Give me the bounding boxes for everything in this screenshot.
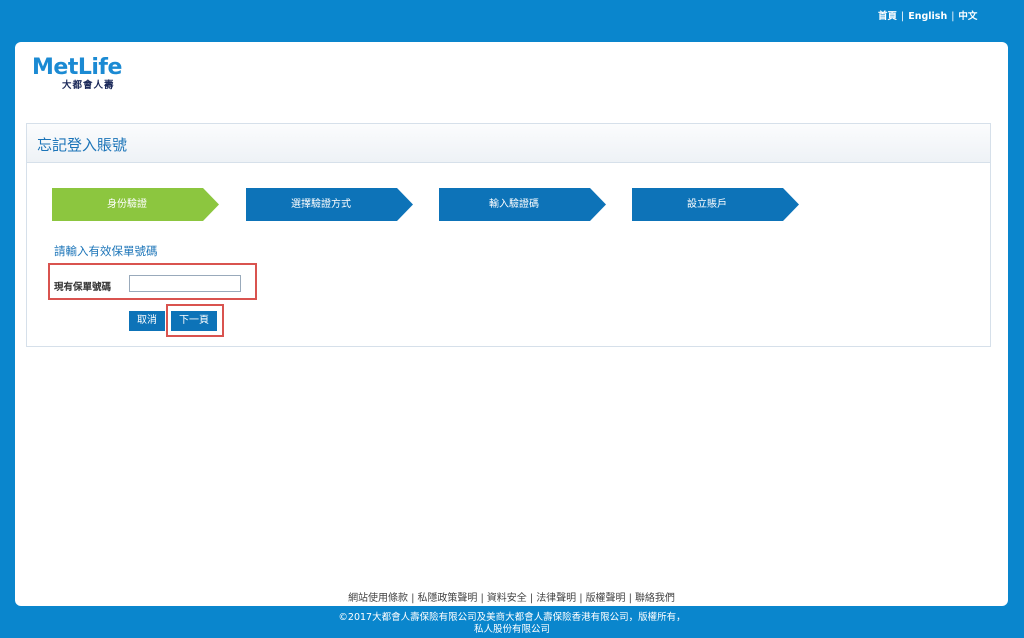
separator: | — [951, 11, 955, 22]
step-label: 設立賬戶 — [687, 199, 727, 210]
metlife-logo[interactable]: MetLife 大都會人壽 — [32, 56, 142, 96]
english-link[interactable]: English — [908, 11, 947, 22]
footer-link-copyright[interactable]: 版權聲明 — [586, 593, 626, 604]
footer-link-privacy[interactable]: 私隱政策聲明 — [417, 593, 477, 604]
footer-link-security[interactable]: 資料安全 — [487, 593, 527, 604]
cancel-button[interactable]: 取消 — [129, 311, 165, 331]
separator: | — [480, 593, 484, 604]
page-title: 忘記登入賬號 — [37, 136, 128, 154]
forgot-login-panel: 忘記登入賬號 身份驗證 選擇驗證方式 輸入驗證碼 設立賬戶 請輸入有效保單號碼 … — [26, 123, 991, 347]
top-language-nav: 首頁 | English | 中文 — [878, 8, 977, 22]
footer-link-legal[interactable]: 法律聲明 — [536, 593, 576, 604]
policy-number-label: 現有保單號碼 — [54, 282, 112, 293]
separator: | — [628, 593, 632, 604]
copyright-line-1: ©2017大都會人壽保險有限公司及美商大都會人壽保險香港有限公司，版權所有， — [338, 612, 686, 623]
copyright-notice: ©2017大都會人壽保險有限公司及美商大都會人壽保險香港有限公司，版權所有， 私… — [0, 612, 1024, 635]
separator: | — [411, 593, 415, 604]
separator: | — [529, 593, 534, 604]
main-content: MetLife 大都會人壽 忘記登入賬號 身份驗證 選擇驗證方式 輸入驗證碼 設… — [15, 42, 1008, 606]
step-label: 輸入驗證碼 — [489, 199, 539, 210]
panel-header: 忘記登入賬號 — [27, 124, 990, 163]
logo-wordmark: MetLife — [32, 55, 122, 80]
separator: | — [579, 593, 583, 604]
step-label: 身份驗證 — [107, 199, 147, 210]
step-label: 選擇驗證方式 — [291, 199, 351, 210]
home-link[interactable]: 首頁 — [878, 11, 897, 22]
chinese-link[interactable]: 中文 — [958, 11, 977, 22]
logo-chinese-name: 大都會人壽 — [62, 80, 115, 91]
form-prompt: 請輸入有效保單號碼 — [54, 244, 158, 258]
policy-number-input[interactable] — [129, 275, 241, 292]
copyright-line-2: 私人股份有限公司 — [473, 623, 550, 635]
footer-link-terms[interactable]: 網站使用條款 — [348, 593, 408, 604]
separator: | — [901, 11, 905, 22]
footer-links: 網站使用條款 | 私隱政策聲明 | 資料安全 | 法律聲明 | 版權聲明 | 聯絡我們 — [15, 589, 1008, 604]
next-page-button[interactable]: 下一頁 — [171, 311, 217, 331]
footer-link-contact[interactable]: 聯絡我們 — [635, 593, 675, 604]
